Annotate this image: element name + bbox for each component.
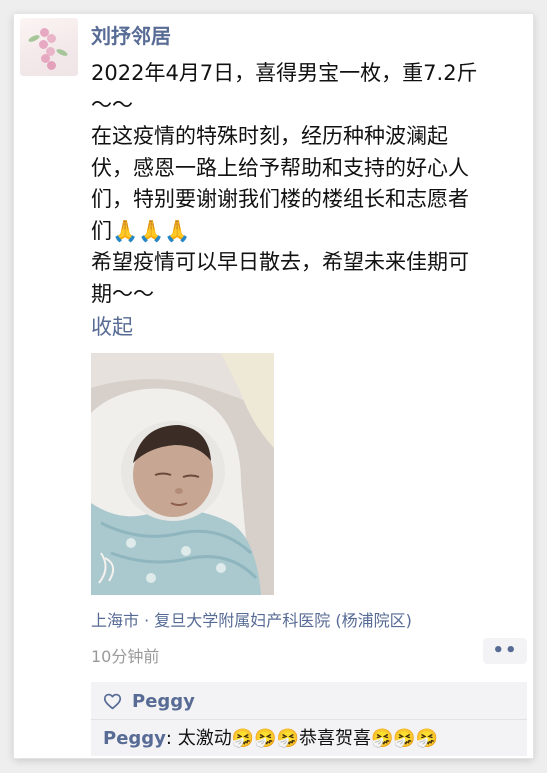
avatar[interactable] bbox=[20, 18, 78, 76]
post-text-line: ～～ bbox=[91, 92, 133, 117]
post-text-line: 在这疫情的特殊时刻，经历种种波澜起 bbox=[91, 124, 448, 148]
post-photo[interactable] bbox=[91, 353, 274, 595]
location-link[interactable]: 上海市 · 复旦大学附属妇产科医院 (杨浦院区) bbox=[91, 607, 412, 631]
moments-post-card: 刘抒邻居 2022年4月7日，喜得男宝一枚，重7.2斤 ～～ 在这疫情的特殊时刻… bbox=[14, 14, 533, 758]
author-name[interactable]: 刘抒邻居 bbox=[91, 20, 171, 49]
collapse-link[interactable]: 收起 bbox=[91, 311, 133, 341]
comment-author[interactable]: Peggy bbox=[103, 728, 166, 749]
post-text-line: 们，特别要谢谢我们楼的楼组长和志愿者 bbox=[91, 187, 469, 211]
likes-comments-panel: Peggy Peggy: 太激动🤧🤧🤧恭喜贺喜🤧🤧🤧 bbox=[91, 682, 527, 756]
post-text-line: 希望疫情可以早日散去，希望未来佳期可 bbox=[91, 250, 469, 274]
post-text: 2022年4月7日，喜得男宝一枚，重7.2斤 ～～ 在这疫情的特殊时刻，经历种种… bbox=[91, 58, 526, 310]
more-options-button[interactable]: •• bbox=[483, 638, 527, 664]
likes-row: Peggy bbox=[103, 688, 195, 714]
post-text-line: 2022年4月7日，喜得男宝一枚，重7.2斤 bbox=[91, 61, 478, 85]
heart-outline-icon bbox=[103, 693, 122, 709]
post-text-line: 伏，感恩一路上给予帮助和支持的好心人 bbox=[91, 155, 469, 180]
like-user-name[interactable]: Peggy bbox=[132, 691, 195, 712]
comment-text: 太激动🤧🤧🤧恭喜贺喜🤧🤧🤧 bbox=[177, 728, 439, 749]
newborn-photo bbox=[91, 353, 274, 595]
divider bbox=[91, 719, 527, 720]
comment-separator: : bbox=[165, 728, 178, 749]
post-text-line: 期～～ bbox=[91, 281, 154, 306]
comment-item[interactable]: Peggy: 太激动🤧🤧🤧恭喜贺喜🤧🤧🤧 bbox=[103, 724, 438, 750]
post-text-line: 们🙏🙏🙏 bbox=[91, 218, 191, 243]
post-time: 10分钟前 bbox=[91, 647, 160, 666]
